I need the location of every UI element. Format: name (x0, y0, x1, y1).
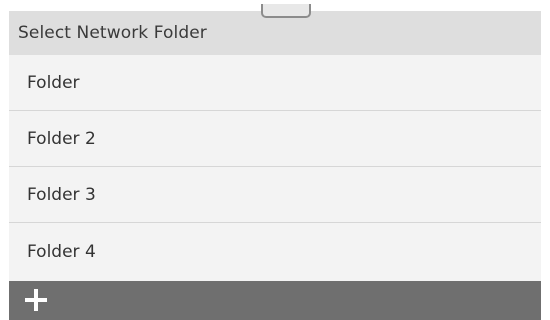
folder-select-screen: Select Network Folder Folder Folder 2 Fo… (9, 0, 541, 320)
bottom-bar (9, 281, 541, 320)
folder-list: Folder Folder 2 Folder 3 Folder 4 (9, 55, 541, 281)
list-item-folder-2[interactable]: Folder 2 (9, 111, 541, 167)
list-item-folder[interactable]: Folder (9, 55, 541, 111)
list-item-label: Folder 2 (27, 128, 96, 149)
add-folder-button[interactable] (23, 287, 49, 313)
plus-icon (25, 289, 47, 311)
list-item-folder-4[interactable]: Folder 4 (9, 223, 541, 280)
list-item-label: Folder (27, 72, 80, 93)
list-item-label: Folder 4 (27, 241, 96, 262)
pull-down-handle[interactable] (261, 4, 311, 18)
list-item-label: Folder 3 (27, 184, 96, 205)
list-item-folder-3[interactable]: Folder 3 (9, 167, 541, 223)
page-title: Select Network Folder (18, 23, 207, 43)
